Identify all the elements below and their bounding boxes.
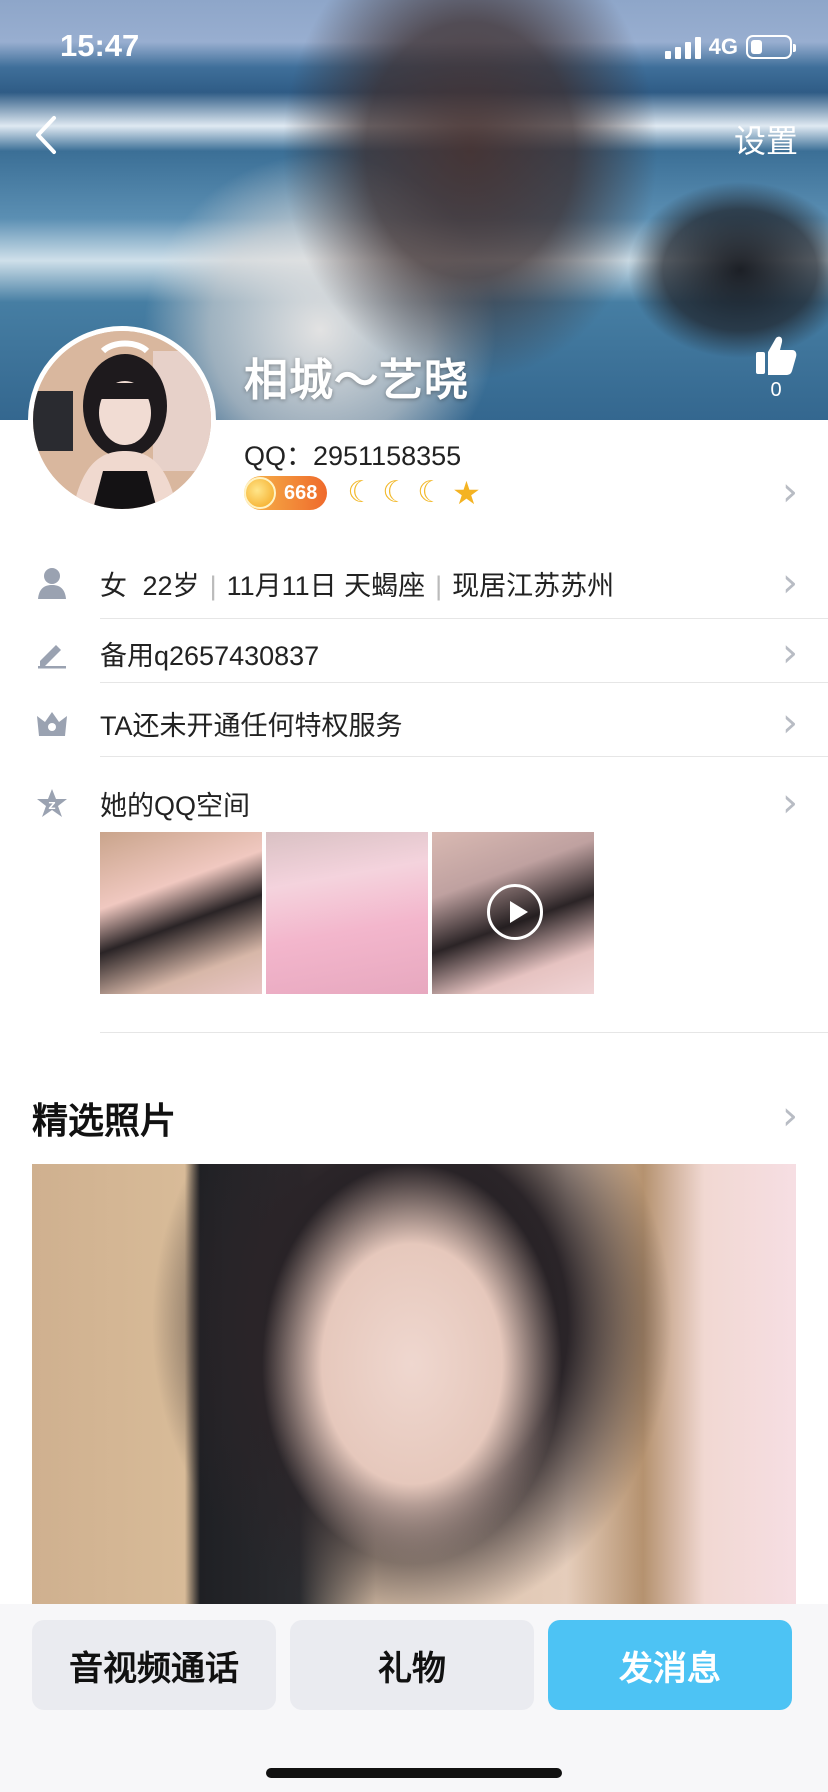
moon-icon: ☾ [417, 476, 445, 509]
back-button[interactable] [28, 110, 68, 160]
qzone-label: 她的QQ空间 [100, 790, 251, 821]
play-icon [487, 884, 543, 940]
featured-photo[interactable] [32, 1164, 796, 1604]
network-type: 4G [708, 34, 738, 59]
age: 22岁 [142, 570, 200, 601]
divider [100, 682, 828, 683]
signature-text: 备用q2657430837 [100, 640, 320, 671]
avatar-image [33, 331, 211, 509]
coin-badge: 668 [244, 476, 328, 510]
signature-row[interactable]: 备用q2657430837 › [0, 618, 828, 688]
like-button[interactable]: 0 [754, 334, 798, 402]
profile-name: 相城～艺晓 [244, 356, 469, 405]
qzone-photo[interactable] [266, 832, 428, 994]
gender: 女 [100, 570, 127, 601]
av-call-button[interactable]: 音视频通话 [32, 1620, 276, 1710]
person-icon [34, 565, 70, 601]
qzone-star-icon: Z [34, 785, 70, 821]
location: 现居江苏苏州 [452, 570, 615, 601]
star-icon: ★ [452, 475, 481, 511]
birthday: 11月11日 天蝎座 [226, 570, 426, 601]
chevron-right-icon[interactable]: › [782, 472, 798, 512]
chevron-right-icon: › [782, 700, 798, 746]
settings-button[interactable]: 设置 [734, 116, 798, 162]
bottom-action-bar: 音视频通话 礼物 发消息 [0, 1604, 828, 1792]
gift-button[interactable]: 礼物 [290, 1620, 534, 1710]
chevron-right-icon[interactable]: › [782, 1096, 798, 1136]
like-count: 0 [770, 379, 782, 401]
qzone-thumbnails [100, 832, 594, 994]
crown-icon [34, 705, 70, 741]
battery-icon [746, 35, 796, 59]
featured-photos-title: 精选照片 [32, 1100, 177, 1141]
avatar[interactable] [28, 326, 216, 514]
qq-number: QQ：2951158355 [244, 441, 462, 471]
level-badges[interactable]: 668 ☾ ☾ ☾ ★ [244, 476, 481, 510]
coin-level: 668 [284, 481, 318, 504]
home-indicator[interactable] [266, 1768, 562, 1778]
privilege-text: TA还未开通任何特权服务 [100, 710, 403, 741]
divider [100, 756, 828, 757]
privilege-row[interactable]: TA还未开通任何特权服务 › [0, 688, 828, 758]
qzone-video[interactable] [432, 832, 594, 994]
status-indicators: 4G [664, 34, 796, 60]
thumbs-up-icon [756, 336, 797, 375]
chevron-right-icon: › [782, 630, 798, 676]
send-message-button[interactable]: 发消息 [548, 1620, 792, 1710]
moon-icon: ☾ [382, 476, 410, 509]
coin-icon [244, 477, 276, 509]
svg-text:Z: Z [48, 801, 55, 812]
moon-icon: ☾ [347, 476, 375, 509]
qzone-photo[interactable] [100, 832, 262, 994]
basic-info-row[interactable]: 女 22岁 | 11月11日 天蝎座 | 现居江苏苏州 › [0, 548, 828, 618]
signal-icon [664, 35, 701, 59]
chevron-right-icon: › [782, 780, 798, 826]
back-icon [36, 116, 56, 154]
divider [100, 1032, 828, 1033]
status-time: 15:47 [60, 28, 140, 63]
pencil-icon [34, 635, 70, 671]
qzone-row[interactable]: Z 她的QQ空间 › [0, 768, 828, 838]
basic-info-text: 女 22岁 | 11月11日 天蝎座 | 现居江苏苏州 [100, 570, 615, 601]
chevron-right-icon: › [782, 560, 798, 606]
